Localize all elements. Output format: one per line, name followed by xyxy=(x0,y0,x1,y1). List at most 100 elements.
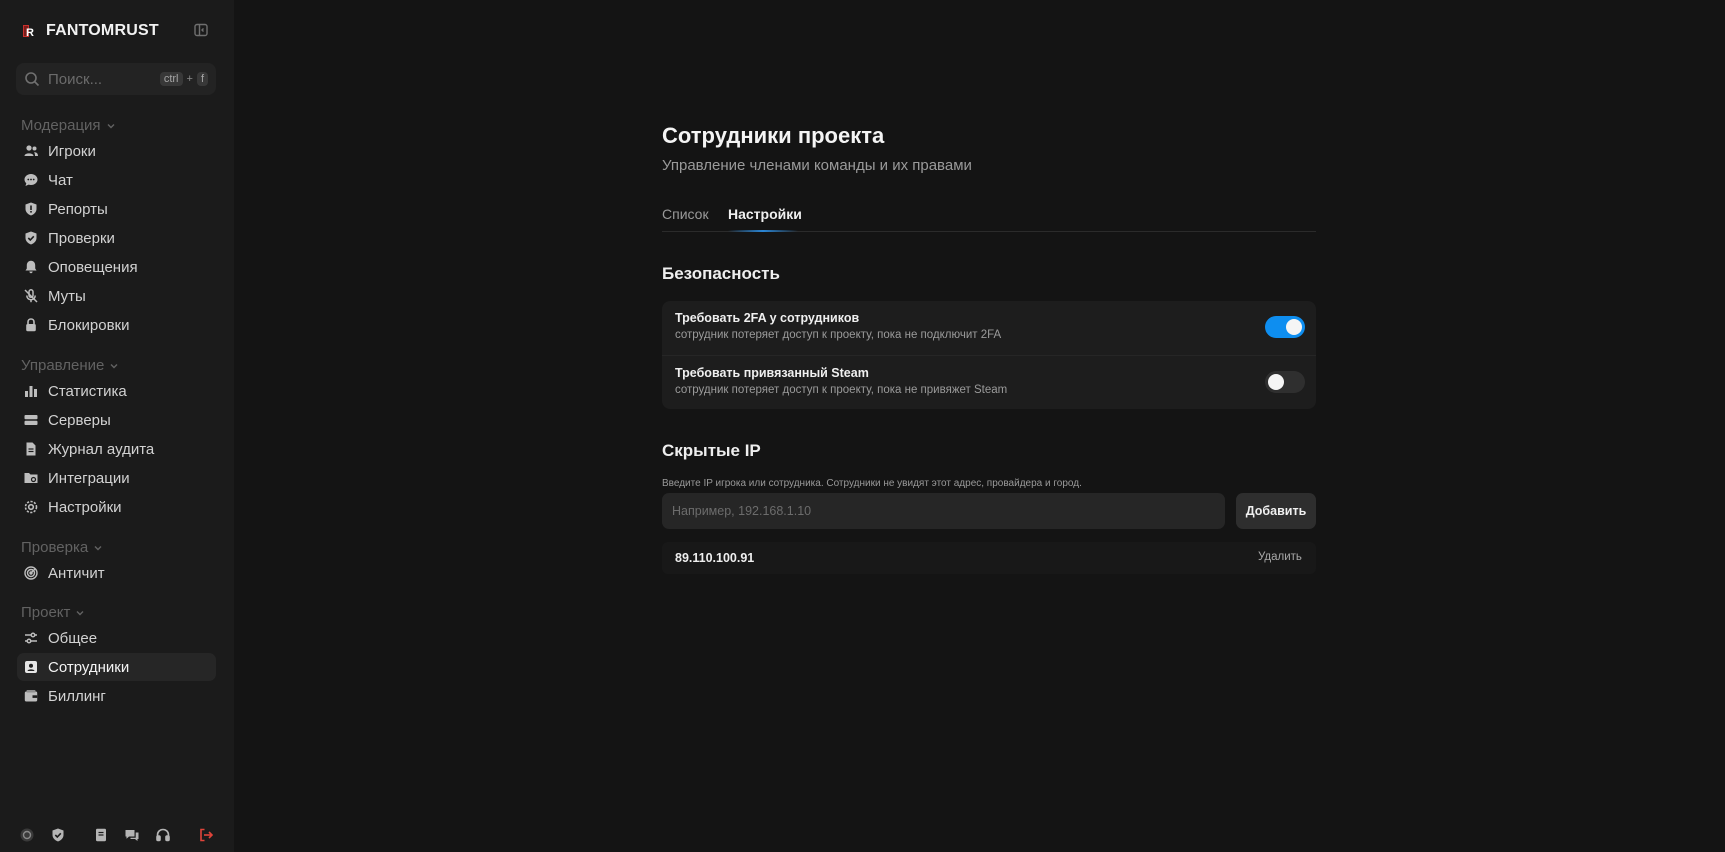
mic-off-icon xyxy=(23,288,39,304)
sidebar-item-reports[interactable]: Репорты xyxy=(17,195,216,223)
sidebar: R FANTOMRUST ctrl + f Модерация Игроки Ч… xyxy=(0,0,234,852)
search-input[interactable] xyxy=(48,70,148,88)
wallet-icon xyxy=(23,688,39,704)
page-title: Сотрудники проекта xyxy=(662,123,885,148)
sidebar-item-servers[interactable]: Серверы xyxy=(17,406,216,434)
sidebar-item-staff[interactable]: Сотрудники xyxy=(17,653,216,681)
lock-icon xyxy=(23,317,39,333)
sidebar-item-checks[interactable]: Проверки xyxy=(17,224,216,252)
group-label-text: Проект xyxy=(21,604,71,621)
fantomrust-logo-icon: R xyxy=(22,23,38,39)
sidebar-item-players[interactable]: Игроки xyxy=(17,137,216,165)
setting-row-2fa: Требовать 2FA у сотрудников сотрудник по… xyxy=(662,301,1316,354)
ip-input[interactable] xyxy=(662,493,1225,529)
chevron-down-icon xyxy=(76,610,84,615)
setting-title: Требовать 2FA у сотрудников xyxy=(675,311,860,325)
group-label-project[interactable]: Проект xyxy=(21,604,85,621)
sidebar-item-chat[interactable]: Чат xyxy=(17,166,216,194)
shield-check-icon xyxy=(23,230,39,246)
active-tab-indicator xyxy=(728,230,798,232)
hidden-ip-value: 89.110.100.91 xyxy=(675,551,755,565)
sidebar-item-audit-log[interactable]: Журнал аудита xyxy=(17,435,216,463)
sidebar-item-label: Сотрудники xyxy=(48,658,130,676)
sidebar-item-settings[interactable]: Настройки xyxy=(17,493,216,521)
group-label-text: Проверка xyxy=(21,539,89,556)
sidebar-item-label: Чат xyxy=(48,171,73,189)
shield-alert-icon xyxy=(23,201,39,217)
radar-icon xyxy=(23,565,39,581)
tab-bar: Список Настройки xyxy=(662,204,1316,232)
sidebar-item-label: Статистика xyxy=(48,382,127,400)
delete-ip-button[interactable]: Удалить xyxy=(1258,551,1302,563)
search-icon xyxy=(25,72,40,87)
tab-list[interactable]: Список xyxy=(662,206,709,222)
add-ip-button[interactable]: Добавить xyxy=(1236,493,1316,529)
gear-icon xyxy=(23,499,39,515)
sidebar-item-anticheat[interactable]: Античит xyxy=(17,559,216,587)
sidebar-item-label: Блокировки xyxy=(48,316,130,334)
sidebar-item-notifications[interactable]: Оповещения xyxy=(17,253,216,281)
group-label-verification[interactable]: Проверка xyxy=(21,539,103,556)
brand-title: FANTOMRUST xyxy=(46,22,159,39)
folder-link-icon xyxy=(23,470,39,486)
toggle-knob xyxy=(1268,374,1284,390)
search-box[interactable]: ctrl + f xyxy=(16,63,216,95)
sidebar-item-label: Настройки xyxy=(48,498,122,516)
shield-icon[interactable] xyxy=(49,826,67,844)
setting-description: сотрудник потеряет доступ к проекту, пок… xyxy=(675,329,1002,341)
setting-description: сотрудник потеряет доступ к проекту, пок… xyxy=(675,384,1008,396)
sidebar-item-label: Оповещения xyxy=(48,258,138,276)
chevron-down-icon xyxy=(107,123,115,128)
hidden-ip-row: 89.110.100.91 Удалить xyxy=(662,542,1316,574)
logout-icon[interactable] xyxy=(197,826,215,844)
section-title-hidden-ips: Скрытые IP xyxy=(662,441,761,460)
headset-icon[interactable] xyxy=(154,826,172,844)
setting-row-steam: Требовать привязанный Steam сотрудник по… xyxy=(662,355,1316,408)
sidebar-item-integrations[interactable]: Интеграции xyxy=(17,464,216,492)
security-settings-card: Требовать 2FA у сотрудников сотрудник по… xyxy=(662,301,1316,409)
sidebar-item-label: Интеграции xyxy=(48,469,130,487)
rust-logo-icon[interactable] xyxy=(18,826,36,844)
sidebar-item-label: Серверы xyxy=(48,411,111,429)
group-label-text: Модерация xyxy=(21,117,101,134)
sidebar-item-label: Муты xyxy=(48,287,86,305)
shortcut-plus: + xyxy=(186,73,193,85)
tab-settings[interactable]: Настройки xyxy=(728,206,802,222)
chevron-down-icon xyxy=(110,363,118,368)
page-subtitle: Управление членами команды и их правами xyxy=(662,157,972,174)
sidebar-collapse-icon[interactable] xyxy=(193,22,209,38)
sidebar-item-label: Игроки xyxy=(48,142,96,160)
section-title-security: Безопасность xyxy=(662,264,780,283)
sidebar-item-mutes[interactable]: Муты xyxy=(17,282,216,310)
toggle-require-2fa[interactable] xyxy=(1265,316,1305,338)
messages-icon[interactable] xyxy=(123,826,141,844)
sidebar-item-label: Биллинг xyxy=(48,687,106,705)
file-document-icon xyxy=(23,441,39,457)
toggle-require-steam[interactable] xyxy=(1265,371,1305,393)
bar-chart-icon xyxy=(23,383,39,399)
sidebar-item-label: Проверки xyxy=(48,229,115,247)
group-label-moderation[interactable]: Модерация xyxy=(21,117,116,134)
server-icon xyxy=(23,412,39,428)
sliders-icon xyxy=(23,630,39,646)
sidebar-item-label: Журнал аудита xyxy=(48,440,155,458)
sidebar-item-general[interactable]: Общее xyxy=(17,624,216,652)
sidebar-item-billing[interactable]: Биллинг xyxy=(17,682,216,710)
shortcut-key-ctrl: ctrl xyxy=(159,72,183,86)
sidebar-item-bans[interactable]: Блокировки xyxy=(17,311,216,339)
users-icon xyxy=(23,143,39,159)
hidden-ip-hint: Введите IP игрока или сотрудника. Сотруд… xyxy=(662,478,1082,489)
id-card-icon xyxy=(23,659,39,675)
sidebar-item-label: Античит xyxy=(48,564,105,582)
bell-icon xyxy=(23,259,39,275)
book-icon[interactable] xyxy=(92,826,110,844)
brand[interactable]: R FANTOMRUST xyxy=(22,20,159,42)
setting-title: Требовать привязанный Steam xyxy=(675,366,869,380)
chevron-down-icon xyxy=(94,545,102,550)
svg-text:R: R xyxy=(26,27,34,39)
sidebar-item-label: Репорты xyxy=(48,200,108,218)
sidebar-item-statistics[interactable]: Статистика xyxy=(17,377,216,405)
search-shortcut: ctrl + f xyxy=(159,72,208,86)
group-label-management[interactable]: Управление xyxy=(21,357,119,374)
shortcut-key-f: f xyxy=(196,72,208,86)
